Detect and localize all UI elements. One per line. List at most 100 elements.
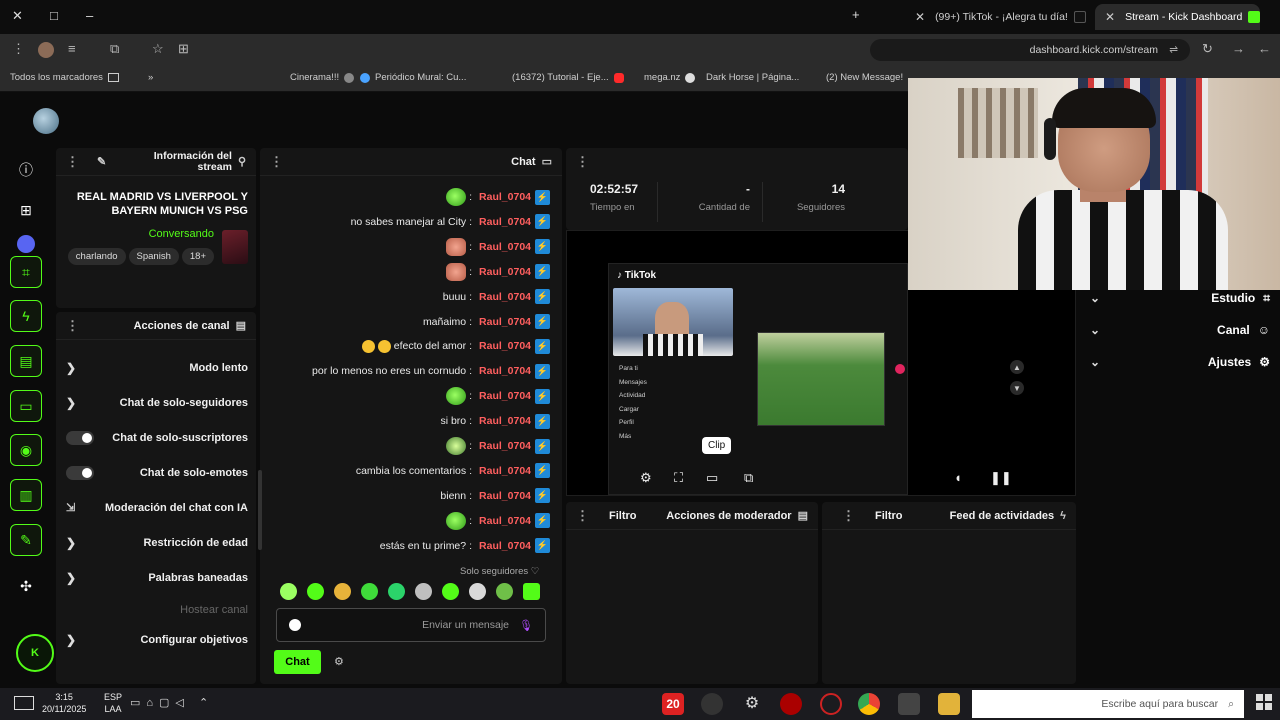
maximize-window-button[interactable]: □: [50, 8, 58, 23]
chat-username[interactable]: Raul_0704: [479, 291, 531, 303]
opera-icon[interactable]: [820, 693, 842, 715]
chat-username[interactable]: Raul_0704: [479, 241, 531, 253]
filter-button[interactable]: Filtro: [609, 510, 637, 522]
chat-input[interactable]: Enviar un mensaje 🎙: [276, 608, 546, 642]
install-app-icon[interactable]: ⊞: [178, 41, 189, 57]
emote-button[interactable]: [388, 583, 405, 600]
chat-message[interactable]: si bro: Raul_0704 ⚡: [440, 411, 550, 431]
tab-tiktok[interactable]: ✕ (99+) TikTok - ¡Alegra tu día!: [905, 4, 1095, 30]
bookmark-all[interactable]: Todos los marcadores: [10, 72, 119, 83]
chat-message[interactable]: buuu: Raul_0704 ⚡: [443, 287, 550, 307]
address-bar[interactable]: ⇌ dashboard.kick.com/stream: [870, 39, 1190, 61]
chat-message[interactable]: : Raul_0704 ⚡: [442, 386, 550, 406]
settings-icon[interactable]: ⚙: [640, 470, 652, 486]
user-avatar[interactable]: [33, 108, 59, 134]
kebab-icon[interactable]: ⋮: [66, 318, 79, 334]
bookmark-item[interactable]: mega.nz: [644, 72, 696, 83]
chat-message[interactable]: estás en tu prime?: Raul_0704 ⚡: [380, 536, 550, 556]
bookmark-item[interactable]: Cinerama!!!: [290, 72, 355, 83]
emoji-icon[interactable]: [289, 619, 301, 631]
action-ai-moderation[interactable]: ⇲ Moderación del chat con IA: [56, 490, 256, 525]
edit-icon[interactable]: ✎: [97, 155, 106, 168]
subscribers-only-toggle[interactable]: [66, 430, 94, 445]
tag-pill[interactable]: 18+: [181, 248, 214, 265]
chat-message[interactable]: efecto del amor: Raul_0704 ⚡: [361, 336, 550, 356]
profile-avatar[interactable]: [38, 42, 54, 58]
action-followers-only[interactable]: ❯ Chat de solo-seguidores: [56, 385, 256, 420]
site-settings-icon[interactable]: ⇌: [1169, 44, 1178, 56]
chat-username[interactable]: Raul_0704: [479, 191, 531, 203]
chat-send-button[interactable]: Chat: [274, 650, 321, 674]
scroll-up-icon[interactable]: ▲: [1010, 360, 1024, 374]
bookmarks-overflow-button[interactable]: »: [148, 72, 153, 83]
drag-handle-icon[interactable]: ⚲: [238, 155, 246, 168]
emote-button[interactable]: [334, 583, 351, 600]
clip-icon[interactable]: ▭: [706, 470, 718, 486]
chat-message[interactable]: no sabes manejar al City: Raul_0704 ⚡: [351, 212, 550, 232]
close-window-button[interactable]: ✕: [12, 8, 23, 24]
tab-kick-dashboard[interactable]: ✕ Stream - Kick Dashboard: [1095, 4, 1260, 30]
emote-button[interactable]: [523, 583, 540, 600]
bookmark-item[interactable]: (16372) Tutorial - Eje...: [512, 72, 624, 83]
chat-message[interactable]: : Raul_0704 ⚡: [442, 511, 550, 531]
document-icon[interactable]: ▤: [10, 345, 42, 377]
action-subscribers-only[interactable]: Chat de solo-suscriptores: [56, 420, 256, 455]
downloads-icon[interactable]: ≡: [68, 41, 76, 56]
back-icon[interactable]: ←: [1258, 41, 1271, 56]
extensions-icon[interactable]: ⧉: [110, 41, 119, 57]
kebab-icon[interactable]: ⋮: [270, 154, 283, 170]
chat-username[interactable]: Raul_0704: [479, 465, 531, 477]
emotes-only-toggle[interactable]: [66, 465, 94, 480]
category-name[interactable]: Conversando: [149, 228, 214, 240]
chat-username[interactable]: Raul_0704: [479, 266, 531, 278]
chat-username[interactable]: Raul_0704: [479, 216, 531, 228]
scroll-down-icon[interactable]: ▼: [1010, 381, 1024, 395]
reload-icon[interactable]: ↻: [1202, 41, 1213, 57]
emote-button[interactable]: [361, 583, 378, 600]
tray-icons[interactable]: ▭⌂▢◁ ⌃: [130, 696, 214, 709]
wrench-icon[interactable]: ✎: [10, 524, 42, 556]
chat-message[interactable]: por lo menos no eres un cornudo: Raul_070…: [312, 361, 550, 381]
grid-icon[interactable]: ⊞: [10, 194, 42, 226]
filter-button[interactable]: Filtro: [875, 510, 903, 522]
kebab-icon[interactable]: ⋮: [576, 508, 589, 524]
chat-message[interactable]: : Raul_0704 ⚡: [442, 436, 550, 456]
settings-gear-icon[interactable]: ⚙: [741, 693, 763, 715]
taskbar-app-badge[interactable]: 20: [662, 693, 684, 715]
tag-pill[interactable]: charlando: [67, 248, 126, 265]
emote-button[interactable]: [496, 583, 513, 600]
windows-start-icon[interactable]: [1256, 694, 1272, 710]
chat-message[interactable]: mañaimo: Raul_0704 ⚡: [423, 312, 550, 332]
people-icon[interactable]: ✣: [10, 570, 42, 602]
chat-settings-icon[interactable]: ⚙: [334, 655, 344, 668]
notifications-icon[interactable]: [14, 696, 34, 710]
tag-pill[interactable]: Spanish: [128, 248, 179, 265]
kebab-icon[interactable]: ⋮: [842, 508, 855, 524]
chat-username[interactable]: Raul_0704: [479, 540, 531, 552]
language-indicator[interactable]: ESP LAA: [104, 691, 122, 715]
layout-icon[interactable]: ▥: [10, 479, 42, 511]
picture-in-picture-icon[interactable]: ⧉: [744, 470, 753, 486]
bookmark-item[interactable]: (2) New Message!: [826, 72, 903, 83]
record-app-icon[interactable]: [780, 693, 802, 715]
chat-username[interactable]: Raul_0704: [479, 490, 531, 502]
emote-button[interactable]: [307, 583, 324, 600]
chat-message[interactable]: : Raul_0704 ⚡: [442, 262, 550, 282]
screenshot-icon[interactable]: ⌗: [10, 256, 42, 288]
emote-button[interactable]: [280, 583, 297, 600]
chrome-icon[interactable]: [858, 693, 880, 715]
chat-scrollbar[interactable]: [258, 470, 262, 550]
chat-message[interactable]: : Raul_0704 ⚡: [442, 237, 550, 257]
action-set-goals[interactable]: ❯ Configurar objetivos: [56, 622, 256, 657]
chat-message[interactable]: bienn: Raul_0704 ⚡: [440, 486, 550, 506]
action-age-restriction[interactable]: ❯ Restricción de edad: [56, 525, 256, 560]
file-explorer-icon[interactable]: [938, 693, 960, 715]
broadcast-icon[interactable]: ◉: [10, 434, 42, 466]
drag-handle-icon[interactable]: ▤: [236, 319, 246, 332]
nav-settings[interactable]: ⌄ Ajustes ⚙: [1090, 347, 1270, 377]
forward-icon[interactable]: →: [1232, 41, 1245, 56]
new-tab-button[interactable]: +: [852, 7, 860, 22]
chat-username[interactable]: Raul_0704: [479, 316, 531, 328]
category-thumbnail[interactable]: [222, 229, 248, 264]
chat-username[interactable]: Raul_0704: [479, 515, 531, 527]
